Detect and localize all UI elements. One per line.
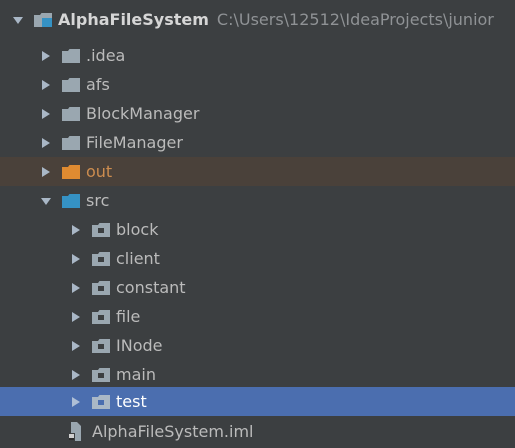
folder-icon (62, 48, 80, 63)
tree-row-constant[interactable]: constant (0, 273, 515, 302)
folder-icon (62, 106, 80, 121)
chevron-right-icon[interactable] (70, 369, 82, 381)
chevron-right-icon[interactable] (70, 253, 82, 265)
tree-item-label: block (116, 220, 159, 239)
tree-item-label: INode (116, 336, 163, 355)
tree-row-inode[interactable]: INode (0, 331, 515, 360)
tree-item-label: AlphaFileSystem.iml (92, 422, 254, 441)
chevron-right-icon[interactable] (40, 108, 52, 120)
tree-row-file[interactable]: file (0, 302, 515, 331)
chevron-right-icon[interactable] (40, 166, 52, 178)
excluded-folder-icon (62, 164, 80, 179)
package-icon (92, 338, 110, 353)
tree-row-src[interactable]: src (0, 186, 515, 215)
module-folder-icon (34, 12, 52, 27)
module-file-icon (68, 422, 84, 441)
chevron-right-icon[interactable] (70, 396, 82, 408)
chevron-right-icon[interactable] (70, 224, 82, 236)
package-icon (92, 222, 110, 237)
chevron-right-icon[interactable] (70, 311, 82, 323)
source-folder-icon (62, 193, 80, 208)
tree-item-label: client (116, 249, 160, 268)
project-name: AlphaFileSystem (58, 10, 209, 29)
tree-item-label: BlockManager (86, 104, 200, 123)
tree-item-label: main (116, 365, 156, 384)
tree-row-root[interactable]: AlphaFileSystem C:\Users\12512\IdeaProje… (0, 5, 515, 34)
tree-item-label: afs (86, 75, 110, 94)
tree-row-test[interactable]: test (0, 387, 515, 416)
tree-item-label: FileManager (86, 133, 183, 152)
tree-row-iml-file[interactable]: AlphaFileSystem.iml (0, 417, 515, 446)
chevron-right-icon[interactable] (40, 137, 52, 149)
tree-item-label: test (116, 392, 147, 411)
tree-item-label: out (86, 162, 113, 181)
tree-row-idea[interactable]: .idea (0, 41, 515, 70)
tree-item-label: src (86, 191, 110, 210)
chevron-right-icon[interactable] (70, 282, 82, 294)
chevron-right-icon[interactable] (40, 50, 52, 62)
tree-item-label: .idea (86, 46, 126, 65)
chevron-right-icon[interactable] (70, 340, 82, 352)
package-icon (92, 280, 110, 295)
folder-icon (62, 135, 80, 150)
tree-item-label: file (116, 307, 141, 326)
chevron-down-icon[interactable] (40, 195, 52, 207)
chevron-down-icon[interactable] (12, 14, 24, 26)
chevron-right-icon[interactable] (40, 79, 52, 91)
package-icon (92, 394, 110, 409)
tree-row-afs[interactable]: afs (0, 70, 515, 99)
tree-item-label: constant (116, 278, 186, 297)
tree-row-out[interactable]: out (0, 157, 515, 186)
tree-row-block[interactable]: block (0, 215, 515, 244)
package-icon (92, 251, 110, 266)
tree-row-filemanager[interactable]: FileManager (0, 128, 515, 157)
tree-row-client[interactable]: client (0, 244, 515, 273)
tree-row-blockmanager[interactable]: BlockManager (0, 99, 515, 128)
project-tree: AlphaFileSystem C:\Users\12512\IdeaProje… (0, 0, 515, 448)
tree-row-main[interactable]: main (0, 360, 515, 389)
package-icon (92, 367, 110, 382)
package-icon (92, 309, 110, 324)
folder-icon (62, 77, 80, 92)
project-path: C:\Users\12512\IdeaProjects\junior (216, 10, 494, 29)
